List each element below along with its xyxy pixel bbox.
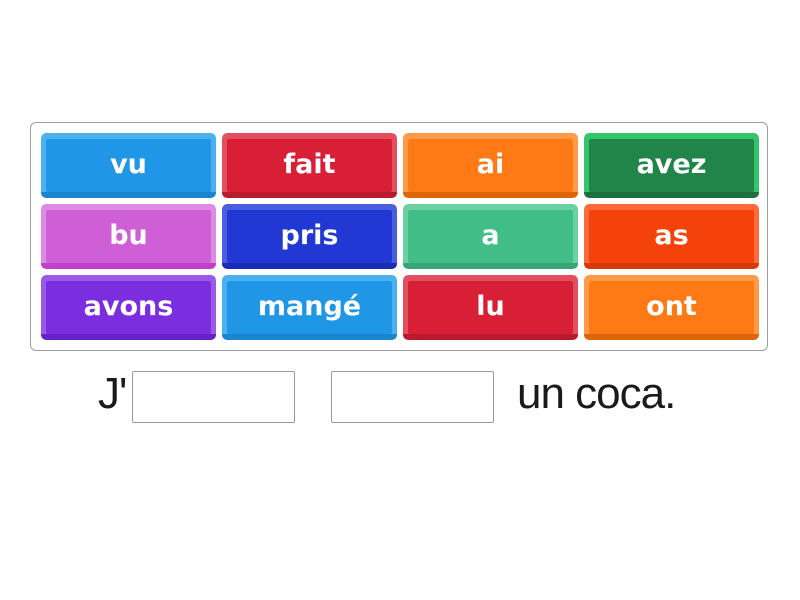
word-tile[interactable]: mangé — [222, 275, 397, 340]
tile-shadow — [222, 192, 397, 198]
word-tile[interactable]: a — [403, 204, 578, 269]
sentence-line: J' un coca. — [0, 362, 800, 428]
word-tile-grid: vu fait ai avez bu pris a as avons mangé… — [41, 133, 759, 340]
tile-shadow — [403, 334, 578, 340]
word-tile-label: lu — [476, 291, 505, 322]
sentence-prefix: J' — [98, 369, 127, 418]
tile-shadow — [403, 263, 578, 269]
word-tile-label: mangé — [257, 291, 362, 322]
tile-shadow — [41, 192, 216, 198]
word-tile-label: vu — [110, 149, 147, 180]
word-tile-bank: vu fait ai avez bu pris a as avons mangé… — [30, 122, 768, 351]
word-tile-label: ont — [646, 291, 697, 322]
game-stage: vu fait ai avez bu pris a as avons mangé… — [0, 0, 800, 600]
word-tile-label: fait — [283, 149, 336, 180]
word-tile-label: bu — [109, 220, 148, 251]
tile-shadow — [222, 334, 397, 340]
word-tile[interactable]: avez — [584, 133, 759, 198]
word-tile-label: avez — [636, 149, 707, 180]
word-tile-label: a — [481, 220, 500, 251]
tile-shadow — [41, 334, 216, 340]
word-tile[interactable]: bu — [41, 204, 216, 269]
word-tile[interactable]: avons — [41, 275, 216, 340]
word-tile[interactable]: lu — [403, 275, 578, 340]
tile-shadow — [41, 263, 216, 269]
tile-shadow — [584, 263, 759, 269]
word-tile-label: ai — [476, 149, 505, 180]
tile-shadow — [584, 192, 759, 198]
word-tile-label: as — [654, 220, 689, 251]
word-tile[interactable]: pris — [222, 204, 397, 269]
word-tile[interactable]: fait — [222, 133, 397, 198]
word-tile[interactable]: ont — [584, 275, 759, 340]
word-tile[interactable]: as — [584, 204, 759, 269]
answer-blank-2[interactable] — [331, 371, 494, 423]
tile-shadow — [403, 192, 578, 198]
tile-shadow — [584, 334, 759, 340]
sentence-suffix: un coca. — [517, 369, 676, 418]
word-tile-label: pris — [280, 220, 339, 251]
word-tile-label: avons — [83, 291, 174, 322]
tile-shadow — [222, 263, 397, 269]
answer-blank-1[interactable] — [132, 371, 295, 423]
word-tile[interactable]: vu — [41, 133, 216, 198]
word-tile[interactable]: ai — [403, 133, 578, 198]
